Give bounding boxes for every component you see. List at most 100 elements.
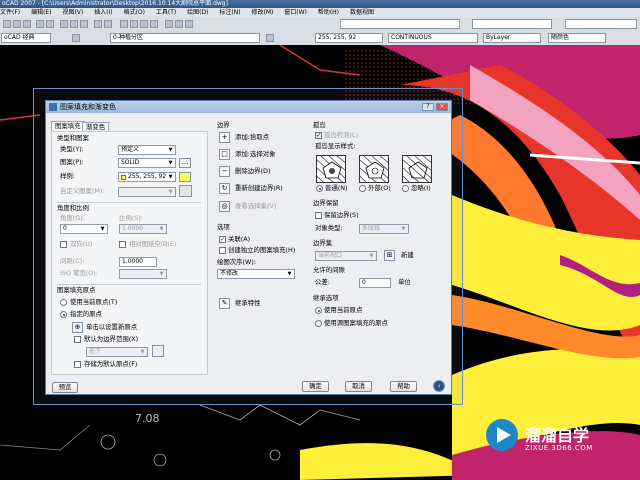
pan-icon[interactable] <box>120 20 128 28</box>
tool-palette-icon[interactable] <box>185 20 193 28</box>
iso-pen-select[interactable]: ▼ <box>119 269 167 279</box>
tolerance-input[interactable]: 0 <box>359 278 391 288</box>
extent-position-select[interactable]: 左下 ▼ <box>86 347 148 357</box>
menu-edit[interactable]: 编辑(E) <box>31 9 51 16</box>
swatch-preview[interactable] <box>179 172 191 182</box>
view-selection-icon[interactable]: ◎ <box>219 201 230 212</box>
recreate-boundary-icon[interactable]: ↻ <box>219 183 230 194</box>
specified-origin-label: 指定的原点 <box>70 310 102 318</box>
object-type-select[interactable]: 多段线 ▼ <box>359 224 409 234</box>
new-boundary-set-button[interactable]: 新建 <box>401 251 414 260</box>
inherit-properties-button[interactable]: 继承特性 <box>235 299 261 308</box>
preview-icon[interactable] <box>46 20 54 28</box>
zoom-previous-icon[interactable] <box>150 20 158 28</box>
menu-dimension[interactable]: 标注(N) <box>219 9 240 16</box>
preview-button[interactable]: 预览 <box>52 382 78 393</box>
double-checkbox[interactable] <box>60 241 67 248</box>
menu-tools[interactable]: 工具(T) <box>156 9 176 16</box>
island-normal-radio[interactable] <box>316 185 323 192</box>
pattern-browse-button[interactable]: … <box>179 158 191 168</box>
type-select[interactable]: 预定义 ▼ <box>118 145 176 155</box>
menu-modify[interactable]: 修改(M) <box>252 9 274 16</box>
add-select-objects-button[interactable]: 添加:选择对象 <box>235 150 276 159</box>
island-detect-checkbox[interactable]: ✓ <box>315 132 322 139</box>
chevron-down-icon: ▼ <box>369 253 374 259</box>
island-ignore-radio[interactable] <box>402 185 409 192</box>
close-icon[interactable]: × <box>436 103 448 111</box>
layer-combo[interactable]: 0-种植分区 <box>110 33 260 43</box>
remove-boundary-button[interactable]: 删除边界(D) <box>235 167 270 176</box>
layer-manager-icon[interactable] <box>72 34 80 42</box>
text-style-combo[interactable] <box>340 19 460 29</box>
pick-points-icon[interactable]: + <box>219 132 230 143</box>
dialog-title-bar[interactable]: 图案填充和渐变色 ? × <box>46 101 451 113</box>
associative-checkbox[interactable]: ✓ <box>219 236 226 243</box>
paste-icon[interactable] <box>80 20 88 28</box>
spacing-input[interactable]: 1.0000 <box>119 257 157 267</box>
save-icon[interactable] <box>23 20 31 28</box>
inherit-source-origin-radio[interactable] <box>315 320 322 327</box>
menu-window[interactable]: 窗口(W) <box>284 9 307 16</box>
pattern-label: 图案(P): <box>60 158 84 166</box>
angle-select[interactable]: 0 ▼ <box>60 224 108 234</box>
menu-view[interactable]: 视图(V) <box>62 9 83 16</box>
copy-icon[interactable] <box>70 20 78 28</box>
add-pick-points-button[interactable]: 添加:拾取点 <box>235 133 269 142</box>
make-current-icon[interactable] <box>266 34 274 42</box>
inherit-properties-icon[interactable]: ✎ <box>219 298 230 309</box>
set-origin-icon[interactable]: ⊕ <box>72 322 83 333</box>
view-selection-button[interactable]: 查看选择集(V) <box>235 202 276 211</box>
plotstyle-combo[interactable]: 随颜色 <box>548 33 606 43</box>
zoom-icon[interactable] <box>130 20 138 28</box>
menu-help[interactable]: 帮助(H) <box>318 9 339 16</box>
remove-boundary-icon[interactable]: − <box>219 166 230 177</box>
custom-pattern-select[interactable]: ▼ <box>118 187 176 197</box>
undo-icon[interactable] <box>94 20 102 28</box>
boundary-set-select[interactable]: 当前视口 ▼ <box>315 251 377 261</box>
new-icon[interactable] <box>3 20 11 28</box>
inherit-source-origin-label: 使用源图案填充的原点 <box>324 319 388 327</box>
store-default-checkbox[interactable] <box>74 361 81 368</box>
recreate-boundary-button[interactable]: 重新创建边界(R) <box>235 184 283 193</box>
design-center-icon[interactable] <box>175 20 183 28</box>
color-combo[interactable]: 255, 255, 92 <box>315 33 383 43</box>
dim-style-combo[interactable] <box>472 19 552 29</box>
cut-icon[interactable] <box>60 20 68 28</box>
menu-data-view[interactable]: 数据视图 <box>350 9 374 16</box>
draw-order-label: 绘图次序(W): <box>217 258 257 266</box>
help-title-icon[interactable]: ? <box>422 103 434 111</box>
tab-hatch[interactable]: 图案填充 <box>51 121 85 131</box>
properties-icon[interactable] <box>165 20 173 28</box>
default-extent-checkbox[interactable] <box>74 336 81 343</box>
use-current-origin-radio[interactable] <box>60 299 67 306</box>
menu-format[interactable]: 格式(O) <box>124 9 145 16</box>
draw-order-select[interactable]: 不修改 ▼ <box>217 269 295 279</box>
menu-draw[interactable]: 绘图(D) <box>187 9 208 16</box>
lineweight-combo[interactable]: ByLayer <box>483 33 541 43</box>
scale-select[interactable]: 1.0000 ▼ <box>119 224 167 234</box>
table-style-combo[interactable] <box>565 19 637 29</box>
pattern-select[interactable]: SOLID ▼ <box>118 158 176 168</box>
print-icon[interactable] <box>36 20 44 28</box>
ok-button[interactable]: 确定 <box>302 381 329 392</box>
island-outer-radio[interactable] <box>359 185 366 192</box>
cancel-button[interactable]: 取消 <box>345 381 372 392</box>
zoom-window-icon[interactable] <box>140 20 148 28</box>
swatch-select[interactable]: 255, 255, 92 ▼ <box>118 172 176 182</box>
collapse-arrow-icon[interactable]: ‹ <box>433 380 445 392</box>
select-objects-icon[interactable]: □ <box>219 149 230 160</box>
menu-insert[interactable]: 插入(I) <box>94 9 112 16</box>
new-boundary-set-icon[interactable]: ⊞ <box>384 250 395 261</box>
custom-browse-button[interactable] <box>179 185 192 197</box>
relative-paper-checkbox[interactable] <box>119 241 126 248</box>
redo-icon[interactable] <box>104 20 112 28</box>
retain-boundary-checkbox[interactable] <box>315 212 322 219</box>
inherit-current-origin-radio[interactable] <box>315 307 322 314</box>
open-icon[interactable] <box>13 20 21 28</box>
specified-origin-radio[interactable] <box>60 311 67 318</box>
workspace-combo[interactable]: oCAD 经典 <box>1 33 51 43</box>
menu-file[interactable]: 文件(F) <box>0 9 20 16</box>
linetype-combo[interactable]: CONTINUOUS <box>388 33 478 43</box>
separate-hatch-checkbox[interactable] <box>219 247 226 254</box>
help-button[interactable]: 帮助 <box>390 381 417 392</box>
